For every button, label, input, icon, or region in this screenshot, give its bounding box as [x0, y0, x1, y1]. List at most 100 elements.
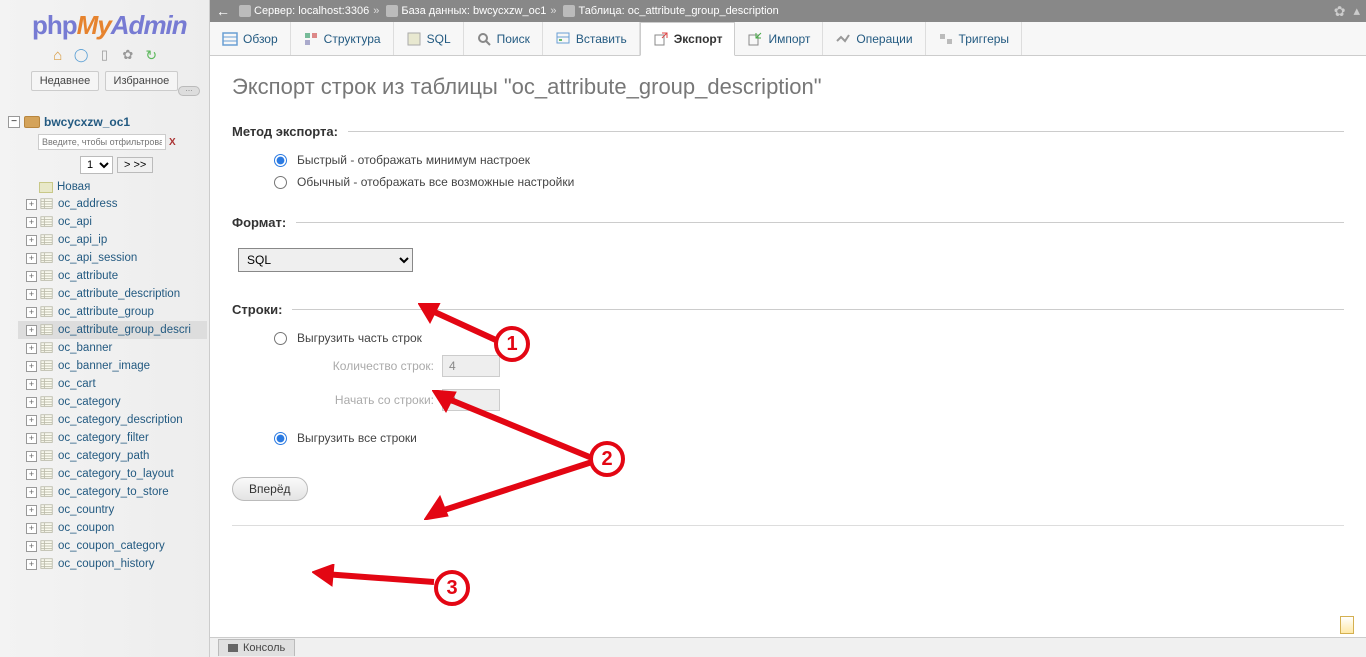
collapse-handle-icon[interactable]: ⋯	[178, 86, 200, 96]
db-link[interactable]: bwcycxzw_oc1	[473, 5, 546, 17]
tab-export[interactable]: Экспорт	[640, 22, 736, 56]
tab-insert[interactable]: Вставить	[543, 22, 640, 55]
docs-icon[interactable]: ▯	[97, 47, 113, 63]
tree-item-table[interactable]: + oc_category	[18, 393, 207, 411]
table-link[interactable]: oc_cart	[58, 378, 96, 390]
table-link[interactable]: oc_category	[58, 396, 121, 408]
tab-triggers[interactable]: Триггеры	[926, 22, 1023, 55]
plus-icon[interactable]: +	[26, 505, 37, 516]
plus-icon[interactable]: +	[26, 415, 37, 426]
dump-all-radio[interactable]	[274, 432, 287, 445]
tree-item-table[interactable]: + oc_category_description	[18, 411, 207, 429]
table-link[interactable]: oc_attribute_group	[58, 306, 154, 318]
plus-icon[interactable]: +	[26, 325, 37, 336]
table-link[interactable]: oc_api_session	[58, 252, 137, 264]
tree-item-table[interactable]: + oc_coupon_history	[18, 555, 207, 573]
plus-icon[interactable]: +	[26, 523, 37, 534]
plus-icon[interactable]: +	[26, 487, 37, 498]
plus-icon[interactable]: +	[26, 469, 37, 480]
page-settings-icon[interactable]: ✿	[1334, 3, 1346, 20]
plus-icon[interactable]: +	[26, 361, 37, 372]
plus-icon[interactable]: +	[26, 271, 37, 282]
plus-icon[interactable]: +	[26, 397, 37, 408]
table-link[interactable]: oc_address	[58, 198, 117, 210]
goto-top-icon[interactable]: ▴	[1353, 3, 1360, 19]
plus-icon[interactable]: +	[26, 541, 37, 552]
table-link[interactable]: oc_category_to_store	[58, 486, 169, 498]
plus-icon[interactable]: +	[26, 253, 37, 264]
table-filter-input[interactable]	[38, 134, 166, 150]
tree-item-table[interactable]: + oc_cart	[18, 375, 207, 393]
plus-icon[interactable]: +	[26, 289, 37, 300]
table-link[interactable]: oc_country	[58, 504, 114, 516]
tree-item-table[interactable]: + oc_attribute_group	[18, 303, 207, 321]
plus-icon[interactable]: +	[26, 559, 37, 570]
export-method-quick-row[interactable]: Быстрый - отображать минимум настроек	[232, 149, 1344, 171]
tab-sql[interactable]: SQL	[394, 22, 464, 55]
export-method-custom-row[interactable]: Обычный - отображать все возможные настр…	[232, 171, 1344, 193]
plus-icon[interactable]: +	[26, 217, 37, 228]
tree-item-table[interactable]: + oc_address	[18, 195, 207, 213]
db-name-link[interactable]: bwcycxzw_oc1	[44, 115, 130, 129]
favorite-button[interactable]: Избранное	[105, 71, 179, 91]
dump-some-row[interactable]: Выгрузить часть строк	[232, 327, 1344, 349]
tree-item-new[interactable]: Новая	[18, 179, 207, 195]
back-icon[interactable]: ←	[216, 3, 230, 19]
plus-icon[interactable]: +	[26, 199, 37, 210]
reload-icon[interactable]: ↻	[143, 47, 159, 63]
page-select[interactable]: 1	[80, 156, 113, 174]
plus-icon[interactable]: +	[26, 433, 37, 444]
export-method-custom-radio[interactable]	[274, 176, 287, 189]
bookmark-icon[interactable]	[1340, 616, 1354, 634]
tree-item-table[interactable]: + oc_attribute	[18, 267, 207, 285]
clear-filter-icon[interactable]: X	[169, 137, 176, 148]
table-link[interactable]: oc_attribute_group_descri	[58, 324, 191, 336]
dump-some-radio[interactable]	[274, 332, 287, 345]
tree-item-table[interactable]: +oc_category_path	[18, 447, 207, 465]
go-button[interactable]: Вперёд	[232, 477, 308, 501]
logo[interactable]: phpMyAdmin	[0, 0, 209, 45]
tree-item-table[interactable]: + oc_category_to_store	[18, 483, 207, 501]
dump-all-row[interactable]: Выгрузить все строки	[232, 427, 1344, 449]
tree-item-table[interactable]: + oc_banner_image	[18, 357, 207, 375]
table-link[interactable]: oc_category_filter	[58, 432, 149, 444]
tree-item-table[interactable]: + oc_attribute_group_descri	[18, 321, 207, 339]
tree-item-table[interactable]: + oc_api	[18, 213, 207, 231]
export-method-quick-radio[interactable]	[274, 154, 287, 167]
table-link[interactable]: oc_api	[58, 216, 92, 228]
table-link[interactable]: oc_attribute_description	[58, 288, 180, 300]
tree-item-table[interactable]: + oc_api_ip	[18, 231, 207, 249]
tree-item-table[interactable]: + oc_country	[18, 501, 207, 519]
tree-item-table[interactable]: + oc_category_to_layout	[18, 465, 207, 483]
plus-icon[interactable]: +	[26, 235, 37, 246]
tree-item-table[interactable]: + oc_attribute_description	[18, 285, 207, 303]
plus-icon[interactable]: +	[26, 343, 37, 354]
plus-icon[interactable]: +	[26, 307, 37, 318]
tab-operations[interactable]: Операции	[823, 22, 925, 55]
minus-icon[interactable]: −	[8, 116, 20, 128]
table-link[interactable]: oc_attribute	[58, 270, 118, 282]
tab-search[interactable]: Поиск	[464, 22, 543, 55]
table-link[interactable]: oc_category_description	[58, 414, 183, 426]
table-link[interactable]: oc_category_path	[58, 450, 149, 462]
table-link[interactable]: oc_coupon_history	[58, 558, 155, 570]
table-link[interactable]: oc_banner_image	[58, 360, 150, 372]
logout-icon[interactable]: ◯	[73, 47, 89, 63]
table-link[interactable]: oc_api_ip	[58, 234, 107, 246]
home-icon[interactable]: ⌂	[50, 47, 66, 63]
tab-import[interactable]: Импорт	[735, 22, 823, 55]
new-table-link[interactable]: Новая	[57, 181, 90, 193]
tree-item-table[interactable]: + oc_banner	[18, 339, 207, 357]
recent-button[interactable]: Недавнее	[31, 71, 100, 91]
table-link[interactable]: oc_category_to_layout	[58, 468, 174, 480]
tree-item-table[interactable]: + oc_api_session	[18, 249, 207, 267]
db-tree-root[interactable]: − bwcycxzw_oc1	[2, 113, 207, 131]
tree-item-table[interactable]: +oc_coupon	[18, 519, 207, 537]
tree-item-table[interactable]: + oc_category_filter	[18, 429, 207, 447]
format-select[interactable]: SQL	[238, 248, 413, 272]
tree-item-table[interactable]: +oc_coupon_category	[18, 537, 207, 555]
tab-structure[interactable]: Структура	[291, 22, 394, 55]
plus-icon[interactable]: +	[26, 379, 37, 390]
table-link[interactable]: oc_banner	[58, 342, 112, 354]
server-link[interactable]: localhost:3306	[298, 5, 369, 17]
